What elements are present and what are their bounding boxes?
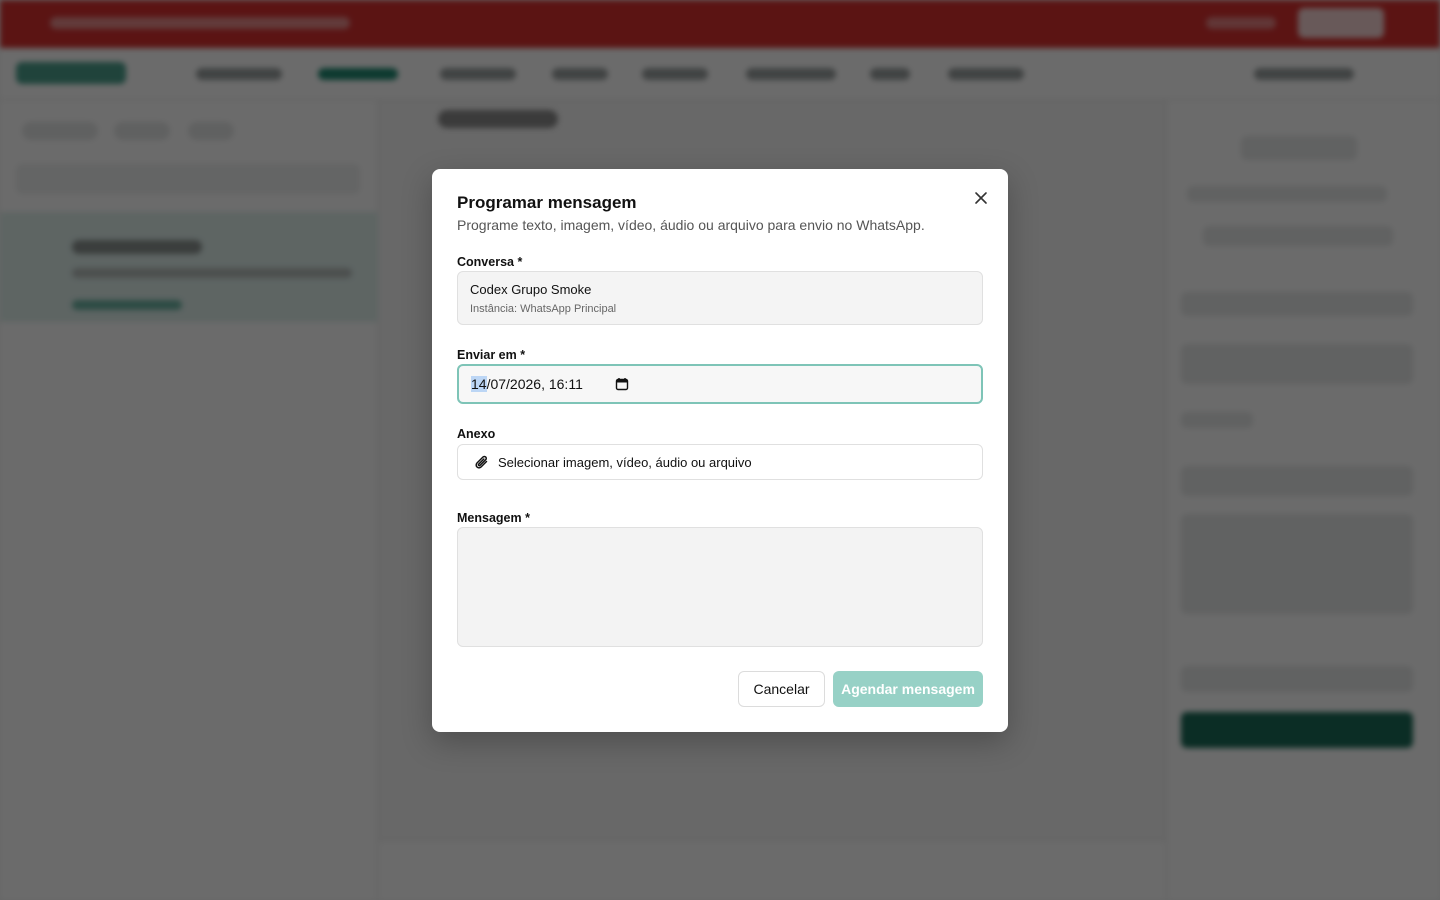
message-label: Mensagem * — [457, 511, 530, 525]
send-at-input[interactable]: 14/07/2026, 16:11 — [457, 364, 983, 404]
send-at-label: Enviar em * — [457, 348, 526, 362]
dialog-title: Programar mensagem — [457, 193, 637, 212]
attachment-button-text: Selecionar imagem, vídeo, áudio ou arqui… — [498, 455, 752, 470]
attachment-select-button[interactable]: Selecionar imagem, vídeo, áudio ou arqui… — [457, 444, 983, 480]
close-icon — [975, 192, 987, 204]
conversation-field: Codex Grupo Smoke Instância: WhatsApp Pr… — [457, 271, 983, 325]
conversation-name: Codex Grupo Smoke — [470, 282, 592, 297]
send-at-rest: /07/2026, 16:11 — [486, 376, 583, 392]
dialog-description: Programe texto, imagem, vídeo, áudio ou … — [457, 217, 925, 233]
send-at-value: 14/07/2026, 16:11 — [471, 376, 583, 392]
conversation-label: Conversa * — [457, 255, 523, 269]
send-at-day-segment[interactable]: 14 — [471, 376, 487, 392]
schedule-message-button[interactable]: Agendar mensagem — [833, 671, 983, 707]
close-button[interactable] — [970, 187, 992, 209]
conversation-instance: Instância: WhatsApp Principal — [470, 303, 617, 315]
message-textarea[interactable] — [457, 527, 983, 647]
paperclip-icon — [475, 455, 488, 469]
cancel-button[interactable]: Cancelar — [738, 671, 825, 707]
attachment-label: Anexo — [457, 427, 496, 441]
calendar-icon[interactable] — [615, 377, 629, 391]
schedule-message-dialog: Programar mensagem Programe texto, image… — [432, 169, 1008, 732]
